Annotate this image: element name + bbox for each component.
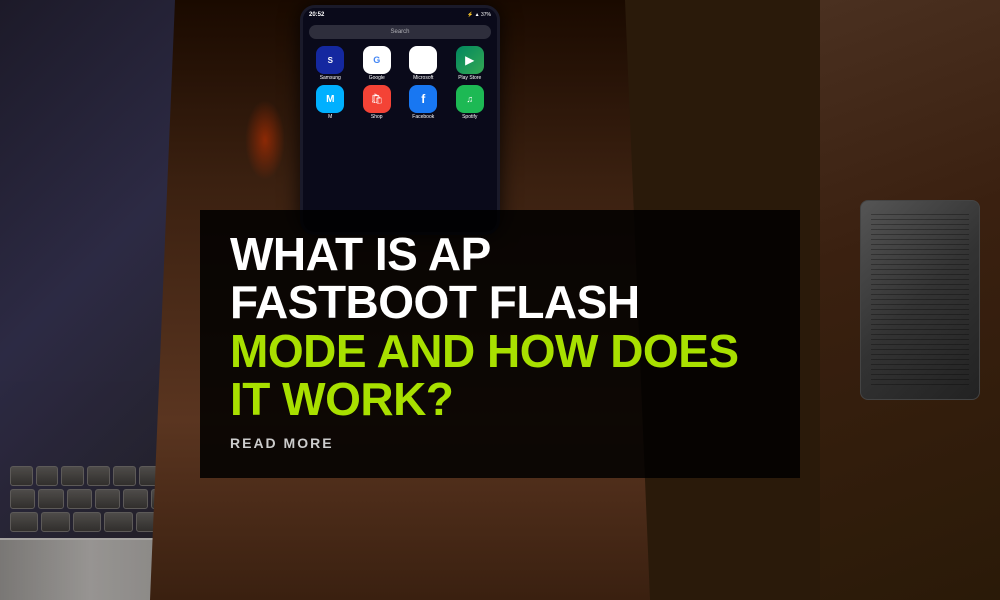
app-spotify-label: Spotify [462, 114, 477, 120]
app-shopbag[interactable]: 🛍 Shop [356, 85, 399, 120]
headline-line4: IT WORK? [230, 375, 770, 423]
app-microsoft-label: Microsoft [413, 75, 433, 81]
app-playstore-label: Play Store [458, 75, 481, 81]
microsoft-icon [409, 46, 437, 74]
app-facebook-label: Facebook [412, 114, 434, 120]
samsung-icon: S [316, 46, 344, 74]
phone-search-text: Search [390, 29, 409, 35]
phone-search-bar[interactable]: Search [309, 25, 491, 39]
app-shop-label: Shop [371, 114, 383, 120]
spotify-icon: ♫ [456, 85, 484, 113]
app-spotify[interactable]: ♫ Spotify [449, 85, 492, 120]
phone-screen: 20:52 ⚡ ▲ 37% Search S Samsung G Google [300, 5, 500, 235]
app-facebook[interactable]: f Facebook [402, 85, 445, 120]
phone-status-icons: ⚡ ▲ 37% [467, 12, 491, 18]
app-google[interactable]: G Google [356, 46, 399, 81]
background: 20:52 ⚡ ▲ 37% Search S Samsung G Google [0, 0, 1000, 600]
phone-status-bar: 20:52 ⚡ ▲ 37% [303, 8, 497, 22]
article-overlay: WHAT IS AP FASTBOOT FLASH MODE AND HOW D… [200, 210, 800, 478]
facebook-icon: f [409, 85, 437, 113]
headline-line1: WHAT IS AP [230, 230, 770, 278]
app-m[interactable]: M M [309, 85, 352, 120]
app-samsung-label: Samsung [320, 75, 341, 81]
phone-time: 20:52 [309, 12, 324, 18]
app-microsoft[interactable]: Microsoft [402, 46, 445, 81]
headline-line2: FASTBOOT FLASH [230, 278, 770, 326]
m-app-icon: M [316, 85, 344, 113]
speaker-device [860, 200, 980, 400]
playstore-icon: ▶ [456, 46, 484, 74]
app-samsung[interactable]: S Samsung [309, 46, 352, 81]
headline-line3: MODE AND HOW DOES [230, 327, 770, 375]
phone-apps-grid: S Samsung G Google Microsoft ▶ Play Stor… [303, 42, 497, 124]
app-google-label: Google [369, 75, 385, 81]
app-m-label: M [328, 114, 332, 120]
app-playstore[interactable]: ▶ Play Store [449, 46, 492, 81]
read-more-link[interactable]: READ MORE [230, 435, 334, 451]
google-icon: G [363, 46, 391, 74]
shopbag-icon: 🛍 [363, 85, 391, 113]
